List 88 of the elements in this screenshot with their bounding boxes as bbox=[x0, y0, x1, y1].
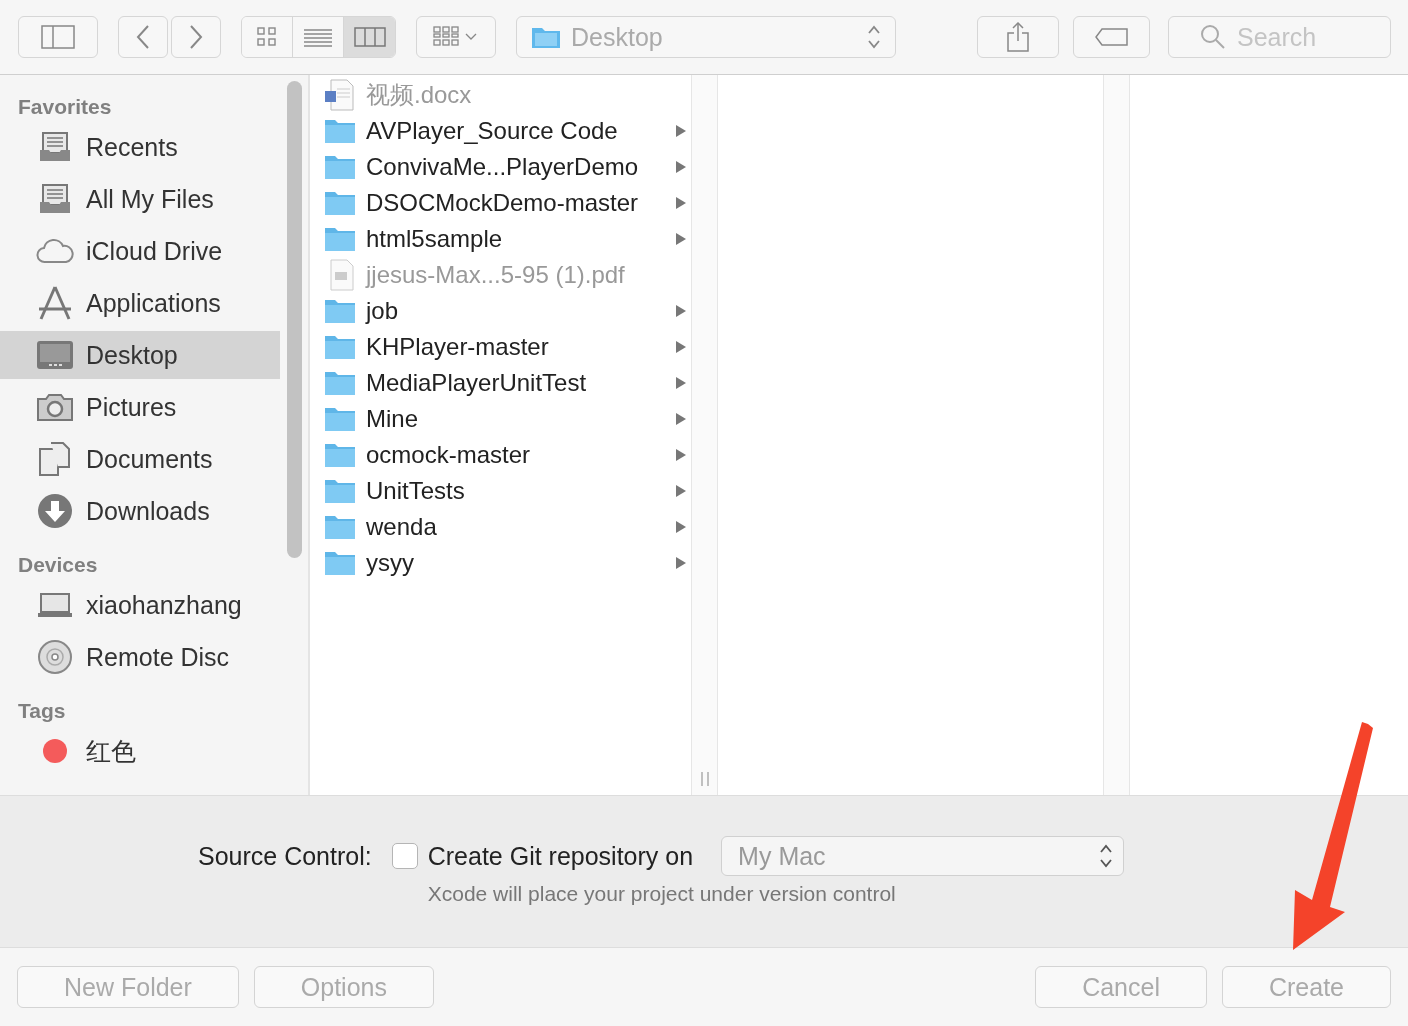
file-row[interactable]: UnitTests bbox=[310, 473, 691, 509]
grid-icon bbox=[256, 26, 278, 48]
sidebar-item[interactable]: Applications bbox=[0, 279, 280, 327]
disclosure-triangle-icon bbox=[675, 556, 687, 570]
folder-icon bbox=[324, 514, 356, 540]
word-document-icon bbox=[324, 79, 356, 111]
folder-icon bbox=[531, 25, 561, 49]
up-down-chevron-icon bbox=[1099, 843, 1114, 869]
columns-icon bbox=[353, 26, 386, 48]
column-resize-handle[interactable] bbox=[700, 771, 710, 787]
arrange-button[interactable] bbox=[416, 16, 496, 58]
documents-icon bbox=[38, 441, 72, 477]
file-row[interactable]: MediaPlayerUnitTest bbox=[310, 365, 691, 401]
checkbox-label: Create Git repository on bbox=[427, 841, 694, 871]
disclosure-triangle-icon bbox=[675, 376, 687, 390]
folder-icon bbox=[324, 298, 356, 324]
folder-icon bbox=[324, 154, 356, 180]
source-control-label: Source Control: bbox=[198, 841, 372, 871]
sidebar-item[interactable]: 红色 bbox=[0, 727, 280, 775]
sidebar-item[interactable]: All My Files bbox=[0, 175, 280, 223]
file-row[interactable]: Mine bbox=[310, 401, 691, 437]
share-icon bbox=[1006, 22, 1030, 52]
folder-icon bbox=[324, 334, 356, 360]
disc-icon bbox=[37, 639, 73, 675]
applications-icon bbox=[36, 285, 74, 321]
scrollbar[interactable] bbox=[287, 81, 302, 558]
back-chevron-icon bbox=[136, 24, 150, 50]
laptop-icon bbox=[37, 592, 73, 618]
sidebar-icon bbox=[41, 25, 75, 49]
cloud-icon bbox=[36, 237, 74, 265]
file-row[interactable]: wenda bbox=[310, 509, 691, 545]
disclosure-triangle-icon bbox=[675, 448, 687, 462]
folder-icon bbox=[324, 550, 356, 576]
disclosure-triangle-icon bbox=[675, 340, 687, 354]
inbox-icon bbox=[38, 182, 72, 216]
sidebar-item[interactable]: xiaohanzhang bbox=[0, 581, 280, 629]
list-icon bbox=[303, 26, 333, 48]
search-icon bbox=[1200, 24, 1226, 50]
checkbox[interactable] bbox=[391, 843, 418, 869]
share-button[interactable] bbox=[977, 16, 1059, 58]
icons-view-button[interactable] bbox=[242, 17, 293, 57]
folder-icon bbox=[324, 226, 356, 252]
file-row[interactable]: html5sample bbox=[310, 221, 691, 257]
file-row[interactable]: ConvivaMe...PlayerDemo bbox=[310, 149, 691, 185]
desktop-icon bbox=[36, 340, 74, 370]
camera-icon bbox=[36, 392, 74, 422]
disclosure-triangle-icon bbox=[675, 520, 687, 534]
forward-button[interactable] bbox=[171, 16, 221, 58]
sidebar-item[interactable]: Recents bbox=[0, 123, 280, 171]
disclosure-triangle-icon bbox=[675, 232, 687, 246]
folder-icon bbox=[324, 190, 356, 216]
folder-icon bbox=[324, 118, 356, 144]
disclosure-triangle-icon bbox=[675, 196, 687, 210]
back-button[interactable] bbox=[118, 16, 168, 58]
disclosure-triangle-icon bbox=[675, 304, 687, 318]
disclosure-triangle-icon bbox=[675, 484, 687, 498]
sidebar-item[interactable]: iCloud Drive bbox=[0, 227, 280, 275]
file-row[interactable]: job bbox=[310, 293, 691, 329]
sidebar-toggle-button[interactable] bbox=[18, 16, 98, 58]
sidebar-section-title: Favorites bbox=[17, 94, 113, 120]
file-row[interactable]: AVPlayer_Source Code bbox=[310, 113, 691, 149]
inbox-icon bbox=[38, 130, 72, 164]
sidebar-item[interactable]: Downloads bbox=[0, 487, 280, 535]
forward-chevron-icon bbox=[189, 24, 203, 50]
columns-view-button[interactable] bbox=[344, 17, 395, 57]
tag-icon bbox=[1093, 27, 1130, 47]
file-row[interactable]: DSOCMockDemo-master bbox=[310, 185, 691, 221]
hint-text: Xcode will place your project under version control bbox=[426, 882, 897, 906]
folder-icon bbox=[324, 478, 356, 504]
folder-icon bbox=[324, 406, 356, 432]
file-row[interactable]: KHPlayer-master bbox=[310, 329, 691, 365]
folder-icon bbox=[324, 442, 356, 468]
sidebar-item[interactable]: Desktop bbox=[0, 331, 280, 379]
sidebar-item[interactable]: Pictures bbox=[0, 383, 280, 431]
disclosure-triangle-icon bbox=[675, 124, 687, 138]
file-row[interactable]: ysyy bbox=[310, 545, 691, 581]
sidebar-item[interactable]: Documents bbox=[0, 435, 280, 483]
disclosure-triangle-icon bbox=[675, 160, 687, 174]
sidebar-section-title: Tags bbox=[17, 698, 67, 724]
tag-button[interactable] bbox=[1073, 16, 1150, 58]
disclosure-triangle-icon bbox=[675, 412, 687, 426]
download-icon bbox=[37, 493, 73, 529]
sidebar-section-title: Devices bbox=[17, 552, 99, 578]
folder-icon bbox=[324, 370, 356, 396]
up-down-chevron-icon bbox=[867, 24, 881, 50]
view-mode-control[interactable] bbox=[241, 16, 396, 58]
sidebar-item[interactable]: Remote Disc bbox=[0, 633, 280, 681]
file-row[interactable]: ocmock-master bbox=[310, 437, 691, 473]
